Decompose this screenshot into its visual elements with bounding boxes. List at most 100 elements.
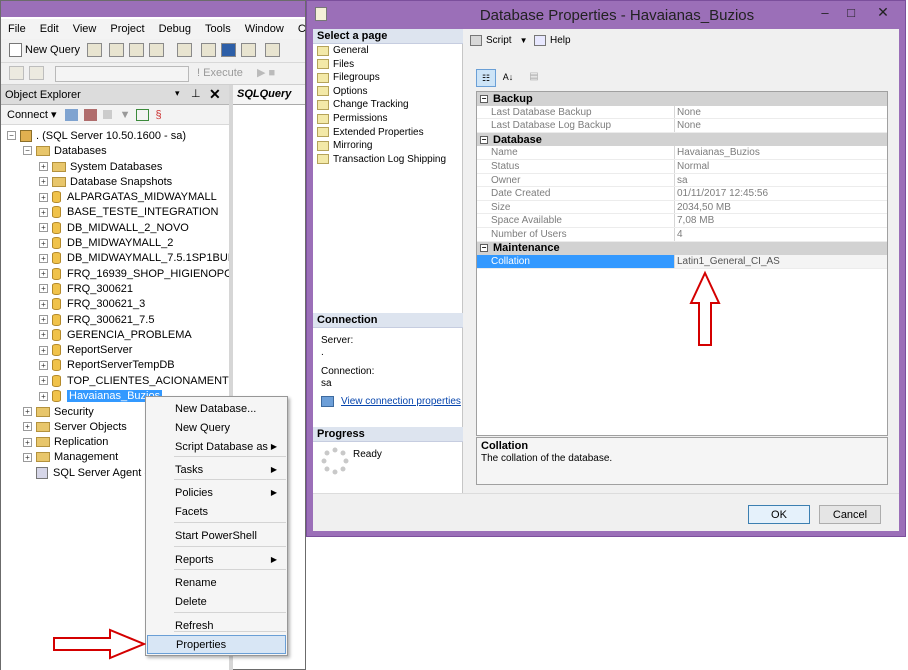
- expand-icon[interactable]: +: [39, 253, 48, 263]
- expand-icon[interactable]: +: [39, 269, 48, 279]
- tree-item[interactable]: + Havaianas_Buzios: [39, 389, 163, 404]
- expand-icon[interactable]: +: [39, 238, 48, 248]
- tree-item[interactable]: + FRQ_16939_SHOP_HIGIENOPOLIS: [39, 266, 229, 281]
- expand-icon[interactable]: +: [23, 407, 32, 416]
- db-query-icon[interactable]: [109, 43, 124, 57]
- xml-query-icon[interactable]: [149, 43, 164, 57]
- refresh-icon[interactable]: [136, 108, 150, 121]
- context-menu-item[interactable]: New Database...: [147, 399, 286, 418]
- alphabetical-sort-icon[interactable]: A↓: [498, 69, 518, 87]
- context-menu-item[interactable]: Rename: [147, 573, 286, 592]
- expand-icon[interactable]: +: [39, 299, 48, 309]
- connect-button[interactable]: Connect ▾: [7, 108, 57, 121]
- page-item[interactable]: Options: [317, 85, 367, 98]
- tab-sqlquery[interactable]: SQLQuery: [233, 85, 305, 105]
- menu-window[interactable]: Window: [238, 23, 291, 35]
- save-icon[interactable]: [221, 43, 236, 57]
- tree-item[interactable]: + DB_MIDWALL_2_NOVO: [39, 220, 189, 235]
- tree-item[interactable]: + ReportServerTempDB: [39, 358, 175, 373]
- context-menu-item[interactable]: Start PowerShell: [147, 526, 286, 545]
- context-menu-item[interactable]: Script Database as ▶: [147, 437, 286, 456]
- pin-icon[interactable]: ⊥: [191, 87, 201, 100]
- context-menu-item[interactable]: Tasks ▶: [147, 460, 286, 479]
- expand-icon[interactable]: +: [39, 345, 48, 355]
- tree-item[interactable]: + FRQ_300621_7.5: [39, 312, 154, 327]
- view-connection-link[interactable]: View connection properties: [321, 396, 461, 407]
- close-button[interactable]: ✕: [867, 3, 899, 21]
- categorized-icon[interactable]: ☷: [476, 69, 496, 87]
- context-menu-item[interactable]: Policies ▶: [147, 483, 286, 502]
- maximize-button[interactable]: □: [839, 3, 863, 21]
- tree-node[interactable]: + Server Objects: [23, 419, 127, 434]
- filter-icon[interactable]: ▼: [120, 109, 131, 121]
- tree-item[interactable]: + ALPARGATAS_MIDWAYMALL: [39, 190, 217, 205]
- activity-monitor-icon[interactable]: [265, 43, 280, 57]
- tree-item[interactable]: + FRQ_300621: [39, 281, 133, 296]
- menu-edit[interactable]: Edit: [33, 23, 66, 35]
- tree-item[interactable]: + ReportServer: [39, 343, 132, 358]
- property-row[interactable]: Owner sa: [477, 173, 887, 188]
- help-button[interactable]: Help: [534, 35, 571, 46]
- expand-icon[interactable]: +: [39, 315, 48, 324]
- expand-icon[interactable]: +: [23, 422, 32, 432]
- property-row[interactable]: Status Normal: [477, 160, 887, 174]
- connect-db-icon[interactable]: [64, 108, 78, 121]
- close-icon[interactable]: ✕: [209, 86, 221, 103]
- property-row[interactable]: Last Database Log Backup None: [477, 119, 887, 133]
- tree-item[interactable]: + System Databases: [39, 159, 162, 174]
- disconnect-icon[interactable]: [29, 66, 44, 80]
- expand-icon[interactable]: +: [39, 284, 48, 294]
- expand-icon[interactable]: +: [39, 360, 48, 370]
- menu-file[interactable]: File: [1, 23, 33, 35]
- copy-icon[interactable]: [177, 43, 192, 57]
- collapse-icon[interactable]: −: [480, 94, 488, 103]
- expand-icon[interactable]: +: [39, 391, 48, 401]
- script-button[interactable]: Script ▼: [470, 35, 527, 46]
- server-node[interactable]: − . (SQL Server 10.50.1600 - sa): [7, 128, 186, 143]
- tree-item[interactable]: + TOP_CLIENTES_ACIONAMENTO: [39, 373, 229, 388]
- expand-icon[interactable]: +: [39, 207, 48, 217]
- property-row[interactable]: Number of Users 4: [477, 228, 887, 242]
- collapse-icon[interactable]: −: [23, 146, 32, 155]
- expand-icon[interactable]: +: [39, 223, 48, 233]
- tree-node[interactable]: + Security: [23, 404, 94, 419]
- property-row[interactable]: Name Havaianas_Buzios: [477, 146, 887, 160]
- expand-icon[interactable]: +: [39, 330, 48, 340]
- chevron-down-icon[interactable]: ▼: [520, 36, 528, 45]
- property-row[interactable]: Last Database Backup None: [477, 105, 887, 120]
- expand-icon[interactable]: +: [39, 162, 48, 171]
- page-item[interactable]: Mirroring: [317, 139, 372, 152]
- expand-icon[interactable]: +: [39, 376, 48, 386]
- collapse-icon[interactable]: −: [480, 135, 488, 144]
- tree-item[interactable]: + FRQ_300621_3: [39, 297, 145, 312]
- databases-node[interactable]: − Databases: [23, 143, 107, 158]
- page-item[interactable]: Change Tracking: [317, 98, 409, 111]
- menu-project[interactable]: Project: [103, 23, 151, 35]
- page-item[interactable]: Filegroups: [317, 71, 380, 84]
- open-folder-icon[interactable]: [201, 43, 216, 57]
- context-menu-item[interactable]: Delete: [147, 592, 286, 611]
- property-row[interactable]: Collation Latin1_General_CI_AS: [477, 255, 887, 269]
- property-category[interactable]: − Maintenance: [477, 241, 887, 256]
- page-item[interactable]: Permissions: [317, 112, 387, 125]
- new-file-icon[interactable]: [87, 43, 102, 57]
- menu-view[interactable]: View: [66, 23, 104, 35]
- collapse-icon[interactable]: −: [7, 131, 16, 140]
- menu-tools[interactable]: Tools: [198, 23, 238, 35]
- property-category[interactable]: − Backup: [477, 92, 887, 106]
- property-category[interactable]: − Database: [477, 132, 887, 147]
- ok-button[interactable]: OK: [748, 505, 810, 524]
- analysis-query-icon[interactable]: [129, 43, 144, 57]
- context-menu-item[interactable]: Facets: [147, 502, 286, 521]
- expand-icon[interactable]: +: [23, 452, 32, 462]
- menu-debug[interactable]: Debug: [152, 23, 198, 35]
- tree-node[interactable]: SQL Server Agent (A: [23, 465, 155, 480]
- minimize-button[interactable]: –: [813, 3, 837, 21]
- context-menu-item[interactable]: Refresh: [147, 616, 286, 635]
- page-item[interactable]: Files: [317, 58, 354, 71]
- page-item[interactable]: Extended Properties: [317, 126, 424, 139]
- script-icon[interactable]: §: [155, 109, 161, 121]
- context-menu-item[interactable]: New Query: [147, 418, 286, 437]
- page-item[interactable]: General: [317, 44, 369, 57]
- context-menu-item[interactable]: Properties: [147, 635, 286, 654]
